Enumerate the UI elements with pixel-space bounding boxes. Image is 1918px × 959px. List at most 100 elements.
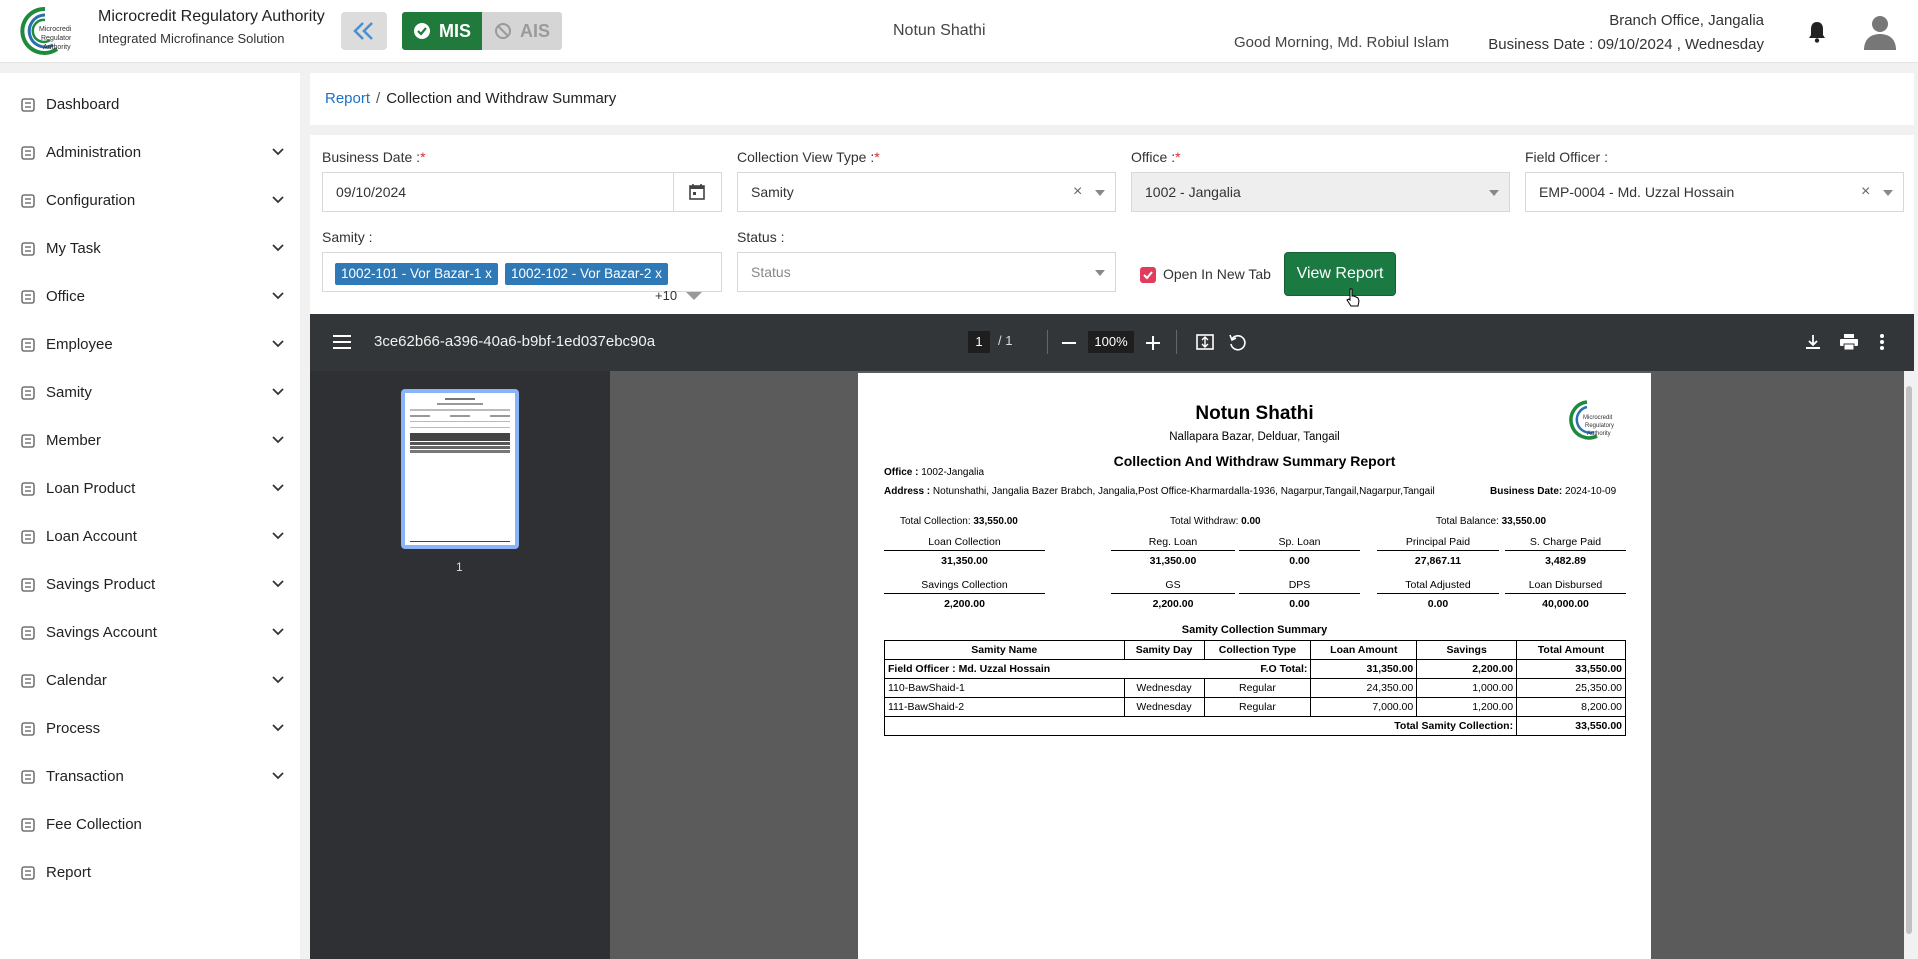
calendar-icon [21, 674, 35, 688]
view-report-button[interactable]: View Report [1284, 252, 1396, 296]
chevron-down-icon[interactable] [272, 724, 284, 732]
report-total-collection: Total Collection: 33,550.00 [900, 516, 1018, 527]
clear-icon[interactable]: × [1861, 183, 1870, 201]
chevron-down-icon[interactable] [272, 340, 284, 348]
sidebar-item-fee-collection[interactable]: Fee Collection [0, 805, 300, 845]
stat-value: 0.00 [1427, 598, 1449, 610]
field-officer-select[interactable]: EMP-0004 - Md. Uzzal Hossain × [1525, 172, 1904, 212]
status-select[interactable]: Status [737, 252, 1116, 292]
stat-value: 2,200.00 [944, 598, 985, 610]
chevron-down-icon[interactable] [272, 772, 284, 780]
report-stat: DPS 0.00 [1239, 579, 1360, 610]
open-new-tab-label[interactable]: Open In New Tab [1163, 266, 1271, 282]
sidebar-item-transaction[interactable]: Transaction [0, 757, 300, 797]
chevron-down-icon[interactable] [1489, 190, 1499, 196]
sidebar-item-report[interactable]: Report [0, 853, 300, 893]
chevron-down-icon[interactable] [272, 292, 284, 300]
sidebar-item-label: Member [46, 432, 102, 449]
loan-product-icon [21, 482, 35, 496]
chevron-down-icon[interactable] [272, 148, 284, 156]
sidebar-item-calendar[interactable]: Calendar [0, 661, 300, 701]
office-select[interactable]: 1002 - Jangalia [1131, 172, 1510, 212]
samity-tag[interactable]: 1002-101 - Vor Bazar-1 x [335, 263, 498, 285]
samity-summary-table: Samity Name Samity Day Collection Type L… [883, 640, 1626, 736]
chevron-down-icon[interactable] [272, 532, 284, 540]
chevron-down-icon[interactable] [686, 292, 702, 300]
collapse-sidebar-button[interactable] [341, 12, 387, 50]
sidebar-item-loan-product[interactable]: Loan Product [0, 469, 300, 509]
clear-icon[interactable]: × [1073, 183, 1082, 201]
svg-text:Regulatory: Regulatory [41, 35, 71, 42]
table-header-row: Samity Name Samity Day Collection Type L… [884, 640, 1626, 660]
download-icon[interactable] [1805, 334, 1821, 350]
view-type-select[interactable]: Samity × [737, 172, 1116, 212]
zoom-level-input[interactable]: 100% [1088, 331, 1134, 353]
print-icon[interactable] [1840, 334, 1858, 350]
chevron-down-icon[interactable] [1095, 190, 1105, 196]
zoom-out-icon[interactable] [1062, 336, 1076, 350]
chevron-down-icon[interactable] [272, 436, 284, 444]
sidebar-item-employee[interactable]: Employee [0, 325, 300, 365]
sidebar-item-administration[interactable]: Administration [0, 133, 300, 173]
chevron-down-icon[interactable] [272, 196, 284, 204]
sidebar-item-samity[interactable]: Samity [0, 373, 300, 413]
pdf-scrollbar[interactable] [1904, 371, 1914, 959]
sidebar-item-process[interactable]: Process [0, 709, 300, 749]
chevron-down-icon[interactable] [1883, 190, 1893, 196]
svg-text:Authority: Authority [43, 44, 71, 51]
samity-tag[interactable]: 1002-102 - Vor Bazar-2 x [505, 263, 668, 285]
sidebar-item-configuration[interactable]: Configuration [0, 181, 300, 221]
chevron-down-icon[interactable] [272, 244, 284, 252]
breadcrumb-report-link[interactable]: Report [325, 90, 370, 107]
chevron-down-icon[interactable] [272, 628, 284, 636]
menu-icon[interactable] [333, 334, 351, 350]
business-date-input[interactable]: 09/10/2024 [322, 172, 722, 212]
ais-toggle-button[interactable]: AIS [482, 12, 562, 50]
page-thumbnail[interactable] [401, 389, 519, 549]
scrollbar-thumb[interactable] [1906, 386, 1912, 934]
sidebar-item-label: Savings Product [46, 576, 156, 593]
col-collection-type: Collection Type [1203, 640, 1312, 660]
sidebar-item-dashboard[interactable]: Dashboard [0, 85, 300, 125]
grand-total-row: Total Samity Collection: 33,550.00 [883, 716, 1626, 736]
office-icon [21, 290, 35, 304]
chevron-down-icon[interactable] [272, 676, 284, 684]
more-vert-icon[interactable] [1879, 333, 1885, 351]
hand-cursor-icon [1346, 288, 1360, 307]
cell-samity-name: 110-BawShaid-1 [884, 678, 1125, 698]
fo-total-row: Field Officer : Md. Uzzal Hossain F.O Tot… [883, 659, 1626, 679]
sidebar-item-label: My Task [46, 240, 101, 257]
rotate-icon[interactable] [1228, 333, 1246, 351]
sidebar-item-member[interactable]: Member [0, 421, 300, 461]
samity-more-count[interactable]: +10 [655, 288, 677, 303]
brand-subtitle: Integrated Microfinance Solution [98, 31, 285, 46]
page-total: / 1 [998, 333, 1013, 348]
branch-info: Branch Office, Jangalia Business Date : … [1488, 9, 1764, 57]
stat-label: S. Charge Paid [1505, 536, 1626, 551]
stat-label: Principal Paid [1377, 536, 1499, 551]
samity-multiselect[interactable]: 1002-101 - Vor Bazar-1 x 1002-102 - Vor … [322, 252, 722, 292]
open-new-tab-checkbox[interactable] [1140, 267, 1156, 283]
pdf-viewer: 3ce62b66-a396-40a6-b9bf-1ed037ebc90a 1 /… [310, 314, 1914, 959]
chevron-down-icon[interactable] [272, 580, 284, 588]
double-chevron-left-icon [353, 22, 373, 40]
chevron-down-icon[interactable] [272, 484, 284, 492]
mra-logo[interactable]: Microcredit Regulatory Authority [17, 5, 75, 57]
bell-icon[interactable] [1808, 21, 1826, 48]
zoom-in-icon[interactable] [1146, 336, 1160, 350]
user-avatar[interactable] [1862, 13, 1898, 56]
field-officer-value: EMP-0004 - Md. Uzzal Hossain [1539, 184, 1735, 200]
sidebar-item-savings-account[interactable]: Savings Account [0, 613, 300, 653]
status-placeholder: Status [751, 264, 791, 280]
calendar-icon[interactable] [688, 183, 706, 201]
chevron-down-icon[interactable] [1095, 270, 1105, 276]
chevron-down-icon[interactable] [272, 388, 284, 396]
mis-toggle-button[interactable]: MIS [402, 12, 482, 50]
status-label: Status : [737, 229, 785, 245]
sidebar-item-savings-product[interactable]: Savings Product [0, 565, 300, 605]
sidebar-item-loan-account[interactable]: Loan Account [0, 517, 300, 557]
sidebar-item-office[interactable]: Office [0, 277, 300, 317]
sidebar-item-my-task[interactable]: My Task [0, 229, 300, 269]
fit-page-icon[interactable] [1196, 333, 1214, 351]
page-number-input[interactable]: 1 [968, 331, 990, 353]
